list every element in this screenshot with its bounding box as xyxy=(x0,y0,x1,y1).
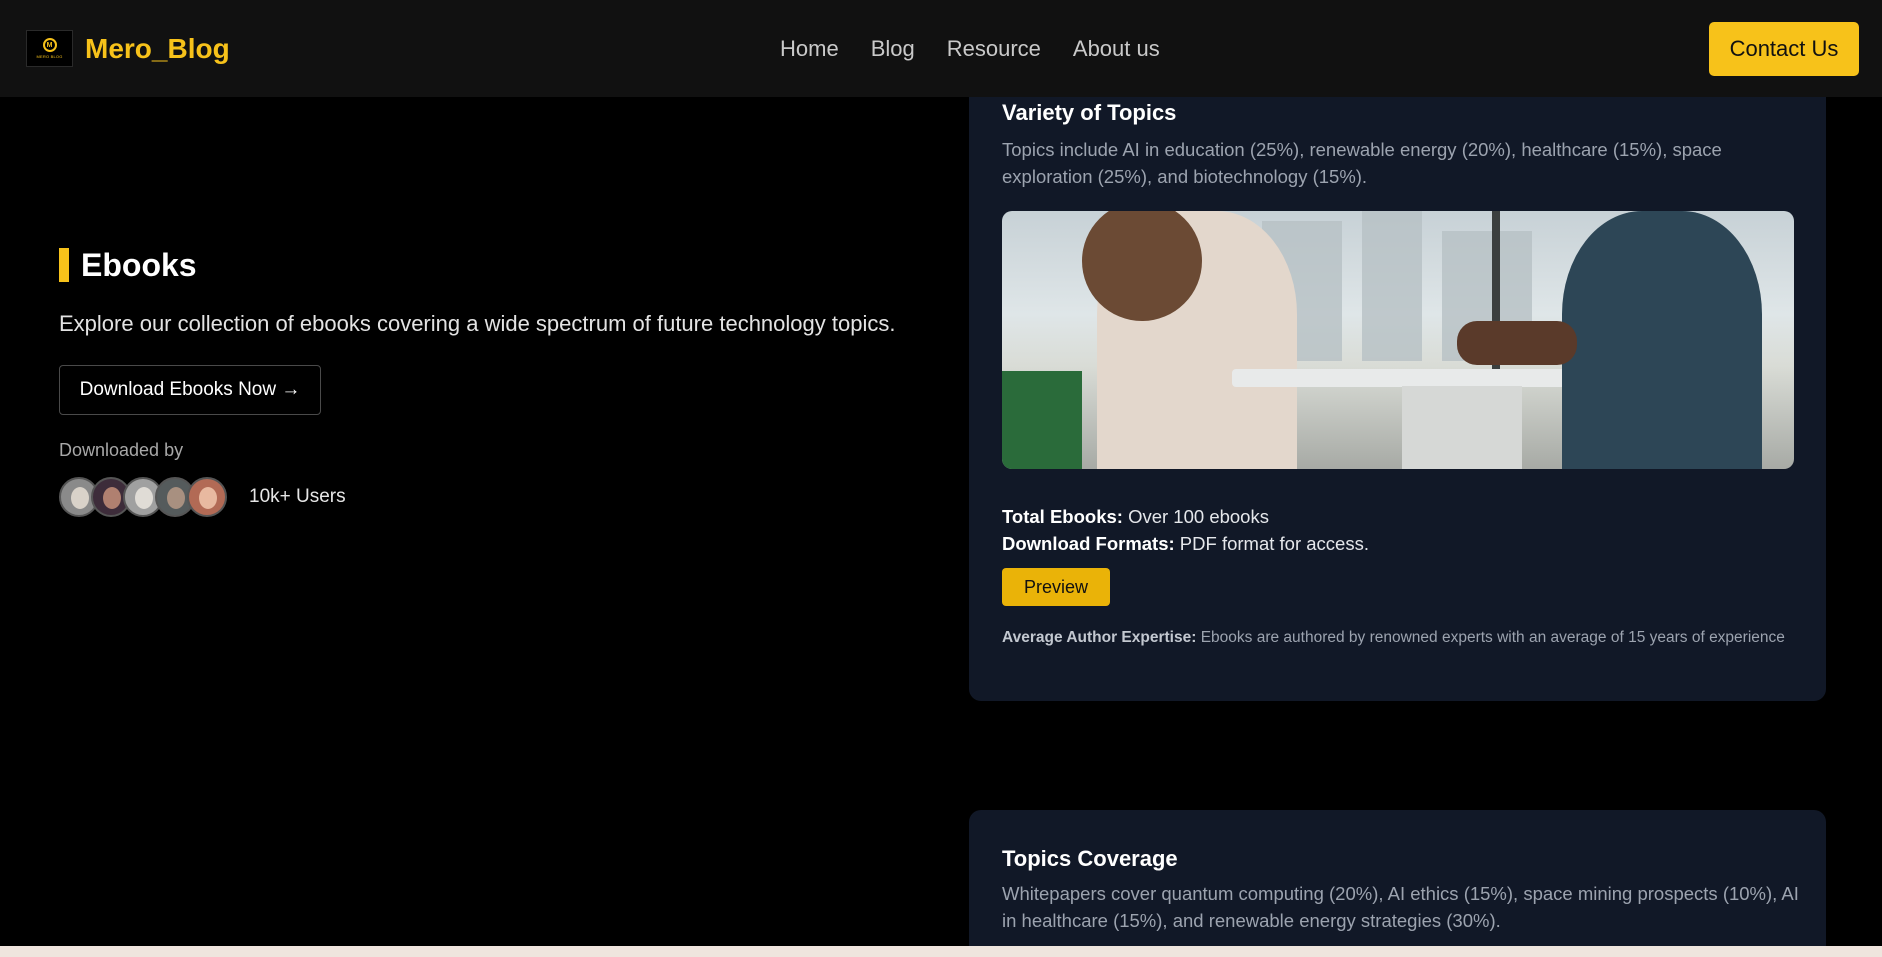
avatar-group xyxy=(59,477,227,517)
download-ebooks-button[interactable]: Download Ebooks Now → xyxy=(59,365,321,415)
card-title: Topics Coverage xyxy=(1002,846,1178,871)
total-ebooks-value: Over 100 ebooks xyxy=(1122,506,1269,527)
accent-bar xyxy=(59,248,69,282)
topics-coverage-card: Topics Coverage Whitepapers cover quantu… xyxy=(969,810,1826,957)
users-count: 10k+ Users xyxy=(249,486,346,507)
total-ebooks-line: Total Ebooks: Over 100 ebooks xyxy=(1002,503,1369,530)
bottom-edge xyxy=(0,946,1882,957)
nav-item-about-us[interactable]: About us xyxy=(1073,32,1160,66)
download-formats-label: Download Formats: xyxy=(1002,533,1175,554)
nav-item-home[interactable]: Home xyxy=(780,32,839,66)
author-expertise: Average Author Expertise: Ebooks are aut… xyxy=(1002,627,1792,649)
logo-glyph: M xyxy=(42,38,57,52)
card-description: Whitepapers cover quantum computing (20%… xyxy=(1002,883,1799,931)
ebook-stats: Total Ebooks: Over 100 ebooks Download F… xyxy=(1002,503,1369,557)
logo-subtext: MERO BLOG xyxy=(36,54,63,59)
users-row: 10k+ Users xyxy=(59,477,919,517)
card-title: Variety of Topics xyxy=(1002,100,1177,125)
ebooks-hero: Ebooks Explore our collection of ebooks … xyxy=(59,247,919,517)
total-ebooks-label: Total Ebooks: xyxy=(1002,506,1123,527)
logo-icon[interactable]: M MERO BLOG xyxy=(26,30,73,67)
brand-name[interactable]: Mero_Blog xyxy=(85,30,230,68)
hero-title-row: Ebooks xyxy=(59,247,919,283)
downloaded-by-label: Downloaded by xyxy=(59,440,184,460)
hero-description: Explore our collection of ebooks coverin… xyxy=(59,311,896,336)
contact-us-button[interactable]: Contact Us xyxy=(1709,22,1859,76)
nav-item-blog[interactable]: Blog xyxy=(871,32,915,66)
page-title: Ebooks xyxy=(81,247,197,283)
download-formats-value: PDF format for access. xyxy=(1174,533,1369,554)
card-description: Topics include AI in education (25%), re… xyxy=(1002,139,1722,187)
download-formats-line: Download Formats: PDF format for access. xyxy=(1002,530,1369,557)
preview-button[interactable]: Preview xyxy=(1002,568,1110,606)
nav-item-resource[interactable]: Resource xyxy=(947,32,1041,66)
expertise-label: Average Author Expertise: xyxy=(1002,629,1197,646)
expertise-value: Ebooks are authored by renowned experts … xyxy=(1196,629,1785,646)
variety-of-topics-card: Variety of Topics Topics include AI in e… xyxy=(969,60,1826,701)
avatar xyxy=(187,477,227,517)
top-navbar: M MERO BLOG Mero_Blog Home Blog Resource… xyxy=(0,0,1882,97)
main-nav: Home Blog Resource About us xyxy=(780,32,1160,66)
meeting-photo xyxy=(1002,211,1794,469)
